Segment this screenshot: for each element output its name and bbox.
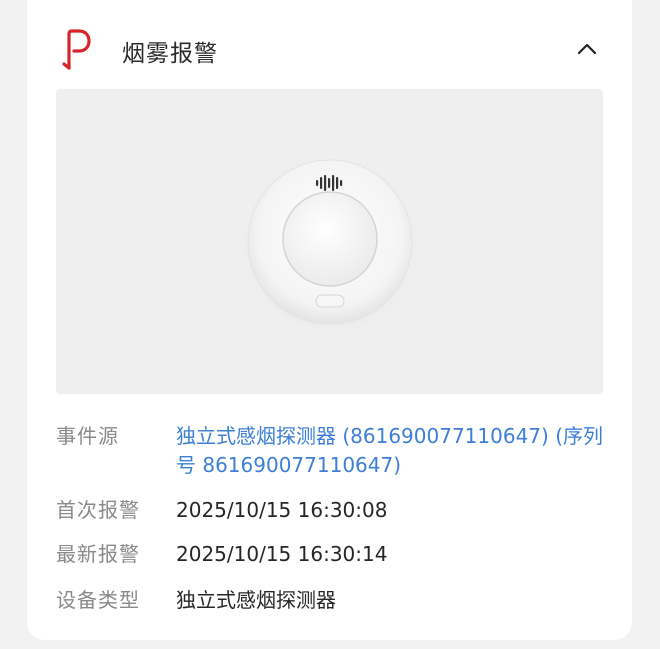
detail-label: 最新报警 [56,542,140,566]
detail-value: 独立式感烟探测器 [176,588,336,612]
card-title: 烟雾报警 [122,41,218,67]
card-header: 烟雾报警 [27,20,632,80]
smoke-detector-image [240,156,420,336]
detail-value: 2025/10/15 16:30:08 [176,498,388,522]
detail-value: 2025/10/15 16:30:14 [176,542,388,566]
event-source-link[interactable]: 独立式感烟探测器 (861690077110647) (序列号 86169007… [176,422,606,480]
alarm-card: 烟雾报警 事件源 独立式感烟探测器 (861690077110647) (序列号… [27,0,632,640]
p-logo-icon [62,29,91,70]
chevron-up-icon [577,43,597,55]
detail-label: 设备类型 [56,588,140,612]
detail-label: 首次报警 [56,498,140,522]
collapse-button[interactable] [572,34,602,64]
detail-label: 事件源 [56,424,119,448]
device-image [56,89,603,394]
